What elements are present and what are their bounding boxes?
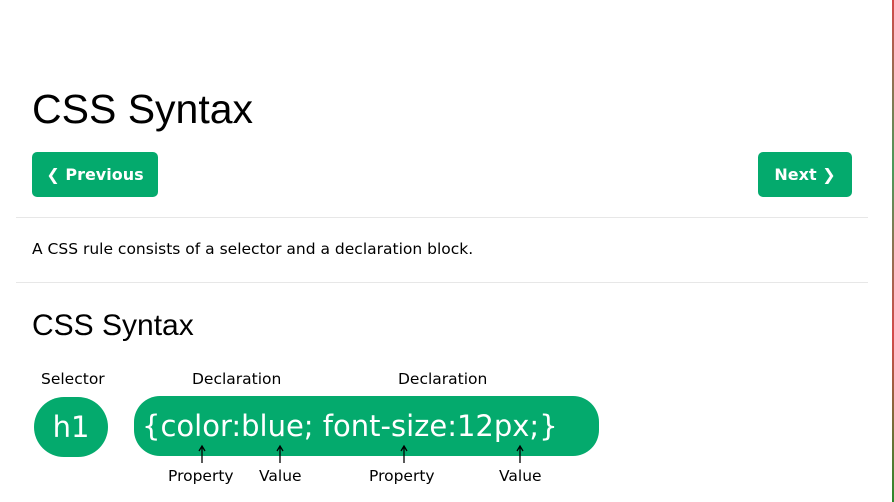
divider <box>16 217 868 218</box>
selector-pill: h1 <box>34 397 108 457</box>
value-label: Value <box>499 467 542 485</box>
page-title: CSS Syntax <box>32 86 254 132</box>
declaration-label: Declaration <box>192 370 282 388</box>
property-label: Property <box>168 467 234 485</box>
property-label: Property <box>369 467 435 485</box>
selector-label: Selector <box>41 370 105 388</box>
up-arrow-icon <box>197 444 207 464</box>
next-button[interactable]: Next ❯ <box>758 152 852 197</box>
divider <box>16 282 868 283</box>
up-arrow-icon <box>515 444 525 464</box>
value-label: Value <box>259 467 302 485</box>
up-arrow-icon <box>275 444 285 464</box>
section-title: CSS Syntax <box>32 309 194 342</box>
intro-text: A CSS rule consists of a selector and a … <box>32 240 474 258</box>
previous-button[interactable]: ❮ Previous <box>32 152 158 197</box>
up-arrow-icon <box>399 444 409 464</box>
declaration-label: Declaration <box>398 370 488 388</box>
